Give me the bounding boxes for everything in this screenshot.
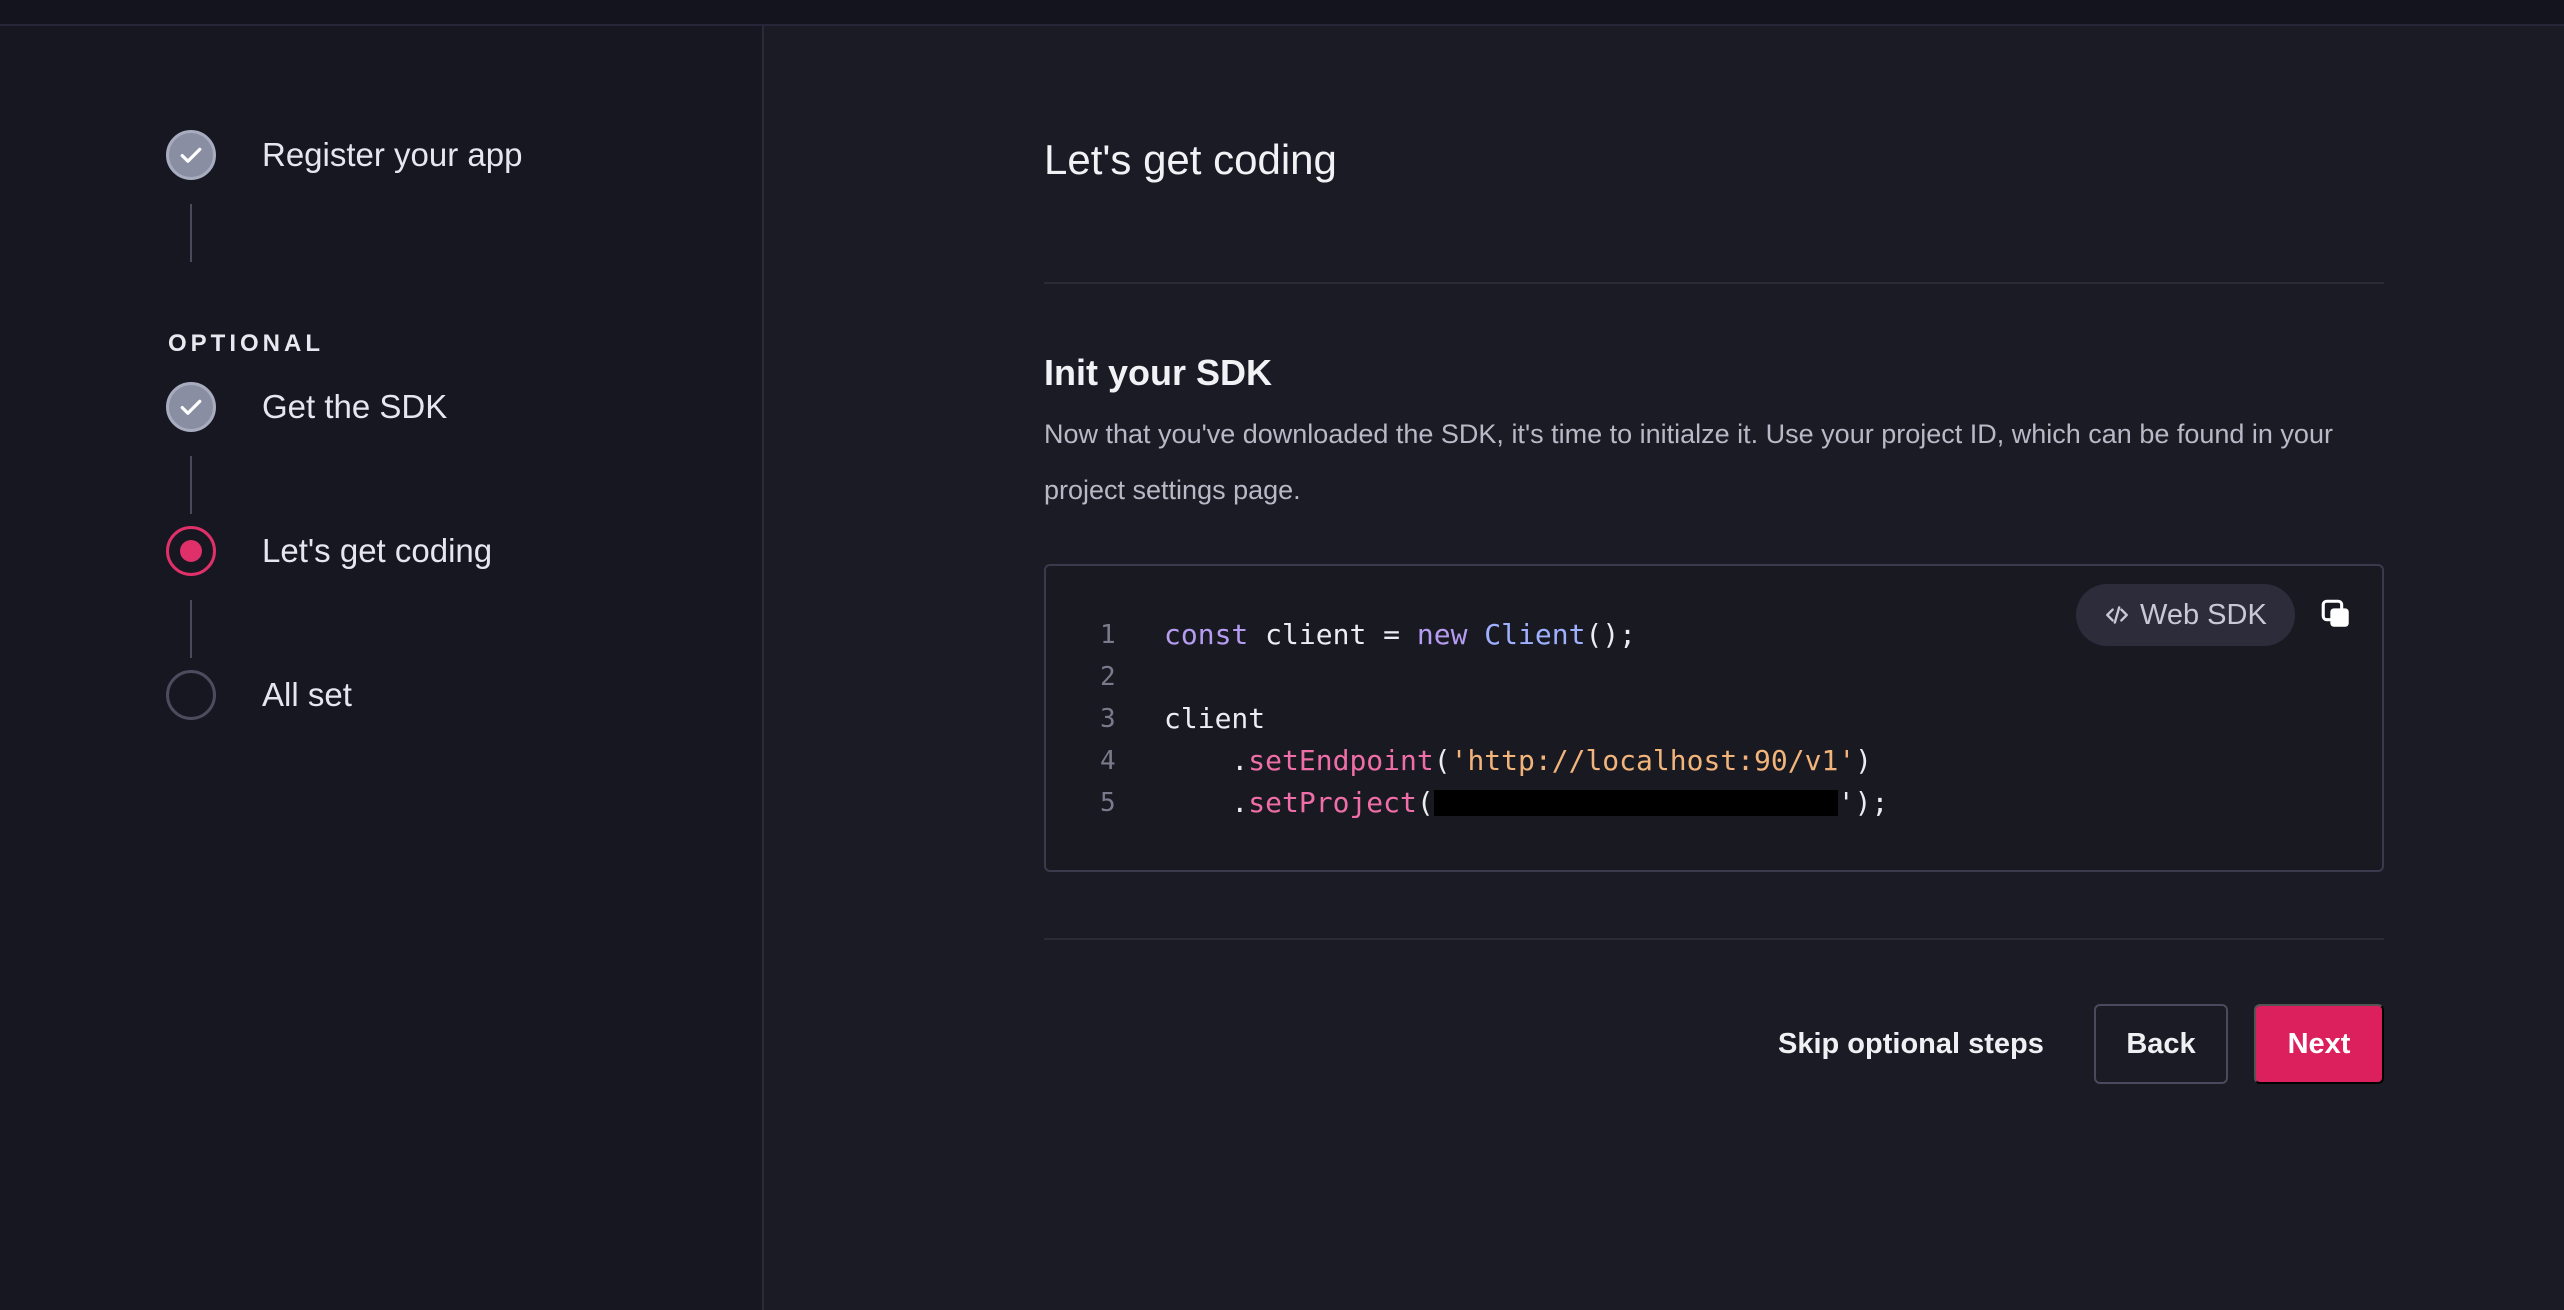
code-token: (); <box>1585 618 1637 651</box>
step-connector <box>190 456 192 514</box>
code-token: . <box>1164 786 1249 819</box>
step-lets-get-coding[interactable]: Let's get coding <box>166 526 492 576</box>
line-number: 1 <box>1100 620 1116 650</box>
wizard-steps-sidebar: Register your app OPTIONAL Get the SDK L… <box>0 26 764 1310</box>
step-register-your-app[interactable]: Register your app <box>166 130 522 180</box>
step-connector <box>190 204 192 262</box>
code-token: Client <box>1467 618 1586 651</box>
code-brackets-icon <box>2104 602 2130 628</box>
copy-code-button[interactable] <box>2316 596 2356 636</box>
copy-icon <box>2319 597 2353 636</box>
code-line: 5 . setProject( '); <box>1100 782 1888 824</box>
code-line: 4 . setEndpoint('http://localhost:90/v1') <box>1100 740 1888 782</box>
code-line: 2 <box>1100 656 1888 698</box>
code-token: '); <box>1837 786 1889 819</box>
redacted-project-id <box>1433 790 1838 816</box>
next-button[interactable]: Next <box>2254 1004 2384 1084</box>
code-snippet-panel: 1 const client = new Client (); 2 3 clien… <box>1044 564 2384 872</box>
code-token: const <box>1164 618 1249 651</box>
check-icon <box>166 130 216 180</box>
step-label: Let's get coding <box>262 532 493 569</box>
code-line: 1 const client = new Client (); <box>1100 614 1888 656</box>
code-token: client <box>1164 702 1266 735</box>
line-number: 2 <box>1100 662 1116 692</box>
step-all-set[interactable]: All set <box>166 670 352 720</box>
current-step-indicator-icon <box>166 526 216 576</box>
step-get-the-sdk[interactable]: Get the SDK <box>166 382 447 432</box>
code-token: . <box>1164 744 1249 777</box>
divider <box>1044 938 2384 940</box>
code-token: ( <box>1433 744 1451 777</box>
empty-circle-icon <box>166 670 216 720</box>
step-label: Register your app <box>262 136 523 173</box>
code-token: 'http://localhost:90/v1' <box>1450 744 1856 777</box>
line-number: 5 <box>1100 788 1116 818</box>
section-description: Now that you've downloaded the SDK, it's… <box>1044 419 2333 505</box>
step-label: All set <box>262 676 352 713</box>
line-number: 3 <box>1100 704 1116 734</box>
line-number: 4 <box>1100 746 1116 776</box>
back-button[interactable]: Back <box>2094 1004 2228 1084</box>
web-sdk-badge-label: Web SDK <box>2140 598 2267 631</box>
divider <box>1044 282 2384 284</box>
check-icon <box>166 382 216 432</box>
code-line: 3 client <box>1100 698 1888 740</box>
skip-optional-steps-button[interactable]: Skip optional steps <box>1760 1004 2062 1084</box>
code-block: 1 const client = new Client (); 2 3 clien… <box>1100 614 1888 824</box>
code-token: new <box>1416 618 1468 651</box>
code-token: client = <box>1248 618 1417 651</box>
code-token: ) <box>1855 744 1873 777</box>
step-connector <box>190 600 192 658</box>
step-label: Get the SDK <box>262 388 448 425</box>
code-token: setEndpoint <box>1248 744 1434 777</box>
page-title: Let's get coding <box>1044 136 1337 183</box>
code-token: setProject <box>1248 786 1417 819</box>
optional-section-label: OPTIONAL <box>168 330 324 357</box>
code-token: ( <box>1416 786 1434 819</box>
section-title: Init your SDK <box>1044 352 1273 393</box>
web-sdk-badge[interactable]: Web SDK <box>2076 584 2295 646</box>
top-bar <box>0 0 2564 26</box>
